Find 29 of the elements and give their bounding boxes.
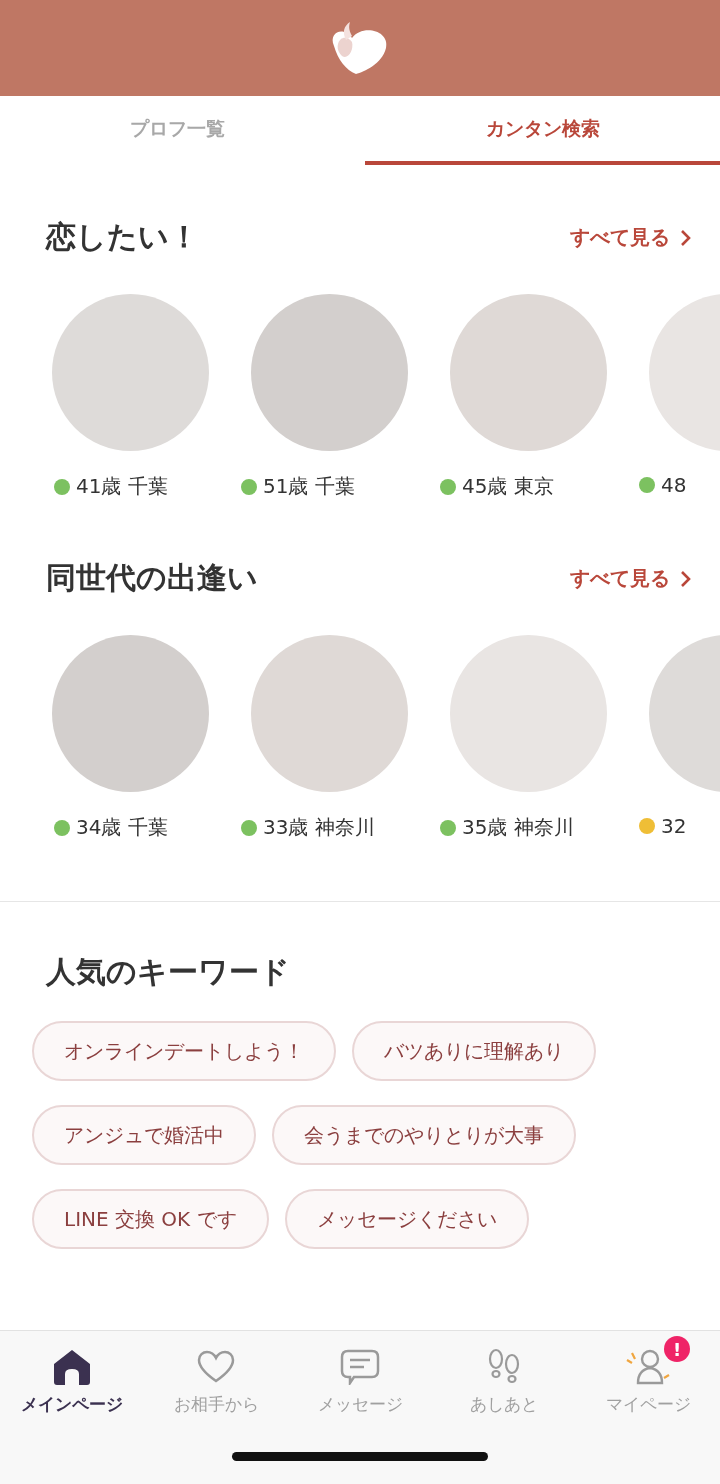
profile-info: 51歳 千葉 — [263, 473, 355, 500]
see-all-link[interactable]: すべて見る — [570, 565, 692, 592]
nav-tab[interactable]: ! マイページ — [576, 1333, 720, 1416]
keyword-chip[interactable]: LINE 交換 OK です — [32, 1189, 269, 1249]
chevron-right-icon — [680, 228, 692, 247]
section-title: 同世代の出逢い — [46, 559, 258, 597]
person-icon — [624, 1348, 672, 1386]
heart-icon — [197, 1350, 235, 1384]
keyword-chip[interactable]: アンジュで婚活中 — [32, 1105, 256, 1165]
profile-info: 45歳 東京 — [462, 473, 554, 500]
footprints-icon — [487, 1348, 521, 1386]
alert-badge: ! — [664, 1336, 690, 1362]
chevron-right-icon — [680, 569, 692, 588]
keyword-chip[interactable]: 会うまでのやりとりが大事 — [272, 1105, 576, 1165]
keyword-chip[interactable]: メッセージください — [284, 1189, 529, 1249]
profile-info: 34歳 千葉 — [76, 814, 168, 841]
section-title: 人気のキーワード — [46, 953, 291, 991]
profile-info: 32 — [661, 814, 687, 838]
profile-info: 41歳 千葉 — [76, 473, 168, 500]
section-title: 恋したい！ — [46, 218, 199, 256]
profile-info: 33歳 神奈川 — [263, 814, 375, 841]
profile-info: 48 — [661, 473, 687, 497]
profile-info: 35歳 神奈川 — [462, 814, 574, 841]
message-icon — [340, 1349, 380, 1385]
see-all-link[interactable]: すべて見る — [570, 224, 692, 251]
nav-tab[interactable]: メインページ — [0, 1333, 144, 1416]
keyword-chip[interactable]: バツありに理解あり — [352, 1021, 596, 1081]
keyword-chip[interactable]: オンラインデートしよう！ — [32, 1021, 336, 1081]
home-icon — [52, 1348, 92, 1386]
